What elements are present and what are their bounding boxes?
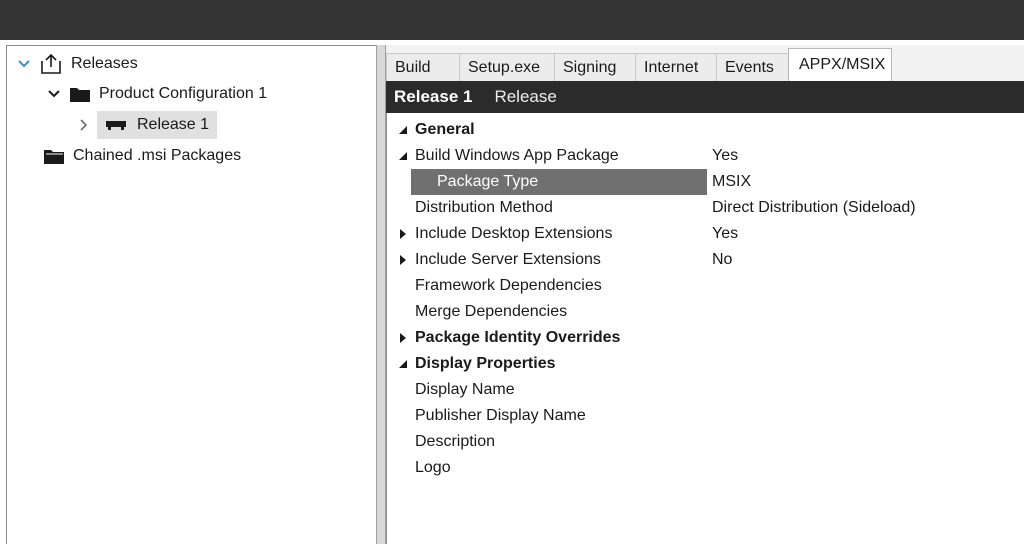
property-name: General — [415, 121, 475, 138]
property-value[interactable]: Yes — [712, 221, 738, 247]
tab-build[interactable]: Build — [386, 53, 459, 81]
property-name: Include Desktop Extensions — [415, 225, 613, 242]
property-name: Package Identity Overrides — [415, 329, 621, 346]
collapsed-triangle-icon[interactable] — [396, 247, 410, 273]
tree-label-release-1: Release 1 — [137, 116, 210, 133]
property-row-display-name[interactable]: Display Name — [387, 377, 1024, 403]
tree-node-release-1[interactable]: Release 1 — [77, 111, 218, 139]
property-row-merge-dependencies[interactable]: Merge Dependencies — [387, 299, 1024, 325]
tab-label: Build — [395, 58, 431, 76]
property-row-general[interactable]: General — [387, 117, 1024, 143]
tab-label: Events — [725, 58, 774, 76]
tab-label: Internet — [644, 58, 699, 76]
folder-open-icon — [43, 147, 65, 165]
folder-icon — [69, 85, 91, 103]
window-titlebar — [0, 0, 1024, 40]
property-row-distribution-method[interactable]: Distribution Method Direct Distribution … — [387, 195, 1024, 221]
property-row-package-identity-overrides[interactable]: Package Identity Overrides — [387, 325, 1024, 351]
chevron-down-icon[interactable] — [47, 87, 61, 101]
property-name: Framework Dependencies — [415, 277, 602, 294]
tree-node-chained-msi[interactable]: Chained .msi Packages — [43, 142, 241, 170]
property-name: Description — [415, 433, 496, 450]
property-value[interactable]: MSIX — [712, 169, 751, 195]
property-row-display-properties[interactable]: Display Properties — [387, 351, 1024, 377]
tree-node-product-configuration[interactable]: Product Configuration 1 — [47, 80, 267, 108]
property-row-include-desktop-extensions[interactable]: Include Desktop Extensions Yes — [387, 221, 1024, 247]
property-value[interactable]: Yes — [712, 143, 738, 169]
header-subtitle: Release — [494, 87, 557, 106]
tree-label-releases: Releases — [71, 55, 138, 72]
tab-strip: Build Setup.exe Signing Internet Events … — [386, 45, 1024, 81]
property-name: Publisher Display Name — [415, 407, 586, 424]
property-row-publisher-display-name[interactable]: Publisher Display Name — [387, 403, 1024, 429]
property-name: Logo — [415, 459, 451, 476]
release-header: Release 1 Release — [386, 81, 1024, 113]
tab-internet[interactable]: Internet — [635, 53, 716, 81]
property-row-framework-dependencies[interactable]: Framework Dependencies — [387, 273, 1024, 299]
expanded-triangle-icon[interactable] — [396, 143, 410, 169]
releases-tree: Releases Product Configuration 1 Release… — [6, 45, 376, 544]
chevron-down-icon[interactable] — [17, 57, 31, 71]
tree-node-releases[interactable]: Releases — [17, 50, 138, 78]
tab-label: Setup.exe — [468, 58, 541, 76]
tab-label: Signing — [563, 58, 617, 76]
property-row-description[interactable]: Description — [387, 429, 1024, 455]
tab-appx-msix[interactable]: APPX/MSIX — [788, 48, 892, 81]
chevron-right-icon[interactable] — [77, 118, 91, 132]
property-name: Include Server Extensions — [415, 251, 601, 268]
property-row-include-server-extensions[interactable]: Include Server Extensions No — [387, 247, 1024, 273]
property-name: Display Name — [415, 381, 515, 398]
tab-events[interactable]: Events — [716, 53, 788, 81]
releases-icon — [39, 53, 63, 75]
tab-signing[interactable]: Signing — [554, 53, 635, 81]
property-value[interactable]: No — [712, 247, 732, 273]
collapsed-triangle-icon[interactable] — [396, 221, 410, 247]
property-grid: General Build Windows App Package Yes Pa… — [386, 113, 1024, 544]
properties-panel: Build Setup.exe Signing Internet Events … — [386, 45, 1024, 544]
tree-label-chained-msi: Chained .msi Packages — [73, 147, 242, 164]
expanded-triangle-icon[interactable] — [396, 117, 410, 143]
property-name: Distribution Method — [415, 199, 553, 216]
header-title: Release 1 — [394, 87, 473, 106]
expanded-triangle-icon[interactable] — [396, 351, 410, 377]
collapsed-triangle-icon[interactable] — [396, 325, 410, 351]
property-row-logo[interactable]: Logo — [387, 455, 1024, 481]
property-value[interactable]: Direct Distribution (Sideload) — [712, 195, 916, 221]
property-name: Display Properties — [415, 355, 556, 372]
property-name-selected: Package Type — [411, 169, 707, 195]
property-name: Build Windows App Package — [415, 147, 619, 164]
tree-label-product-configuration: Product Configuration 1 — [99, 85, 268, 102]
workarea: Releases Product Configuration 1 Release… — [0, 40, 1024, 544]
release-icon — [105, 118, 127, 132]
property-name: Merge Dependencies — [415, 303, 568, 320]
tree-selection[interactable]: Release 1 — [97, 111, 218, 139]
tab-label: APPX/MSIX — [799, 56, 886, 73]
tab-setup-exe[interactable]: Setup.exe — [459, 53, 554, 81]
property-row-build-windows-app-package[interactable]: Build Windows App Package Yes — [387, 143, 1024, 169]
property-row-package-type[interactable]: Package Type MSIX — [387, 169, 1024, 195]
panel-splitter[interactable] — [376, 45, 386, 544]
